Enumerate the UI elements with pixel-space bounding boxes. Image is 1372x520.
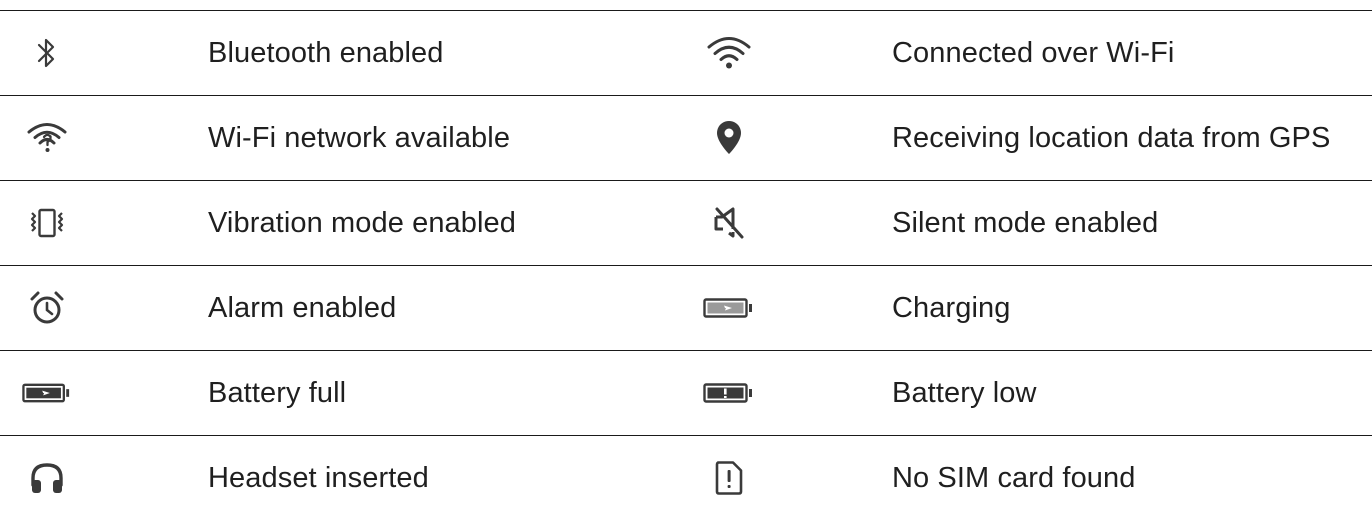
row-label: Wi-Fi network available — [208, 121, 511, 154]
table-row: Battery full Battery low — [0, 350, 1372, 435]
table-row: Headset inserted No SIM card found — [0, 435, 1372, 520]
row-label: Receiving location data from GPS — [892, 121, 1331, 154]
battery-low-icon — [703, 351, 755, 435]
bluetooth-icon — [22, 11, 72, 95]
row-label: Silent mode enabled — [892, 206, 1159, 239]
headset-icon — [22, 436, 72, 520]
table-row: Bluetooth enabled Connected over Wi-Fi — [0, 10, 1372, 95]
location-pin-icon — [703, 96, 755, 180]
row-label: Battery low — [892, 376, 1037, 409]
row-label: Connected over Wi-Fi — [892, 36, 1175, 69]
wifi-connected-icon — [703, 11, 755, 95]
row-label: Vibration mode enabled — [208, 206, 517, 239]
silent-mode-icon — [703, 181, 755, 265]
wifi-available-icon — [22, 96, 72, 180]
table-row: Alarm enabled Charging — [0, 265, 1372, 350]
row-label: Bluetooth enabled — [208, 36, 444, 69]
row-label: No SIM card found — [892, 461, 1136, 494]
no-sim-icon — [703, 436, 755, 520]
vibration-icon — [22, 181, 72, 265]
row-label: Battery full — [208, 376, 347, 409]
status-icon-table: Bluetooth enabled Connected over Wi-Fi W… — [0, 0, 1372, 518]
table-row: Wi-Fi network available Receiving locati… — [0, 95, 1372, 180]
table-row: Vibration mode enabled Silent mode enabl… — [0, 180, 1372, 265]
battery-full-icon — [22, 351, 72, 435]
alarm-clock-icon — [22, 266, 72, 350]
row-label: Alarm enabled — [208, 291, 397, 324]
row-label: Charging — [892, 291, 1011, 324]
battery-charging-icon — [703, 266, 755, 350]
row-label: Headset inserted — [208, 461, 429, 494]
